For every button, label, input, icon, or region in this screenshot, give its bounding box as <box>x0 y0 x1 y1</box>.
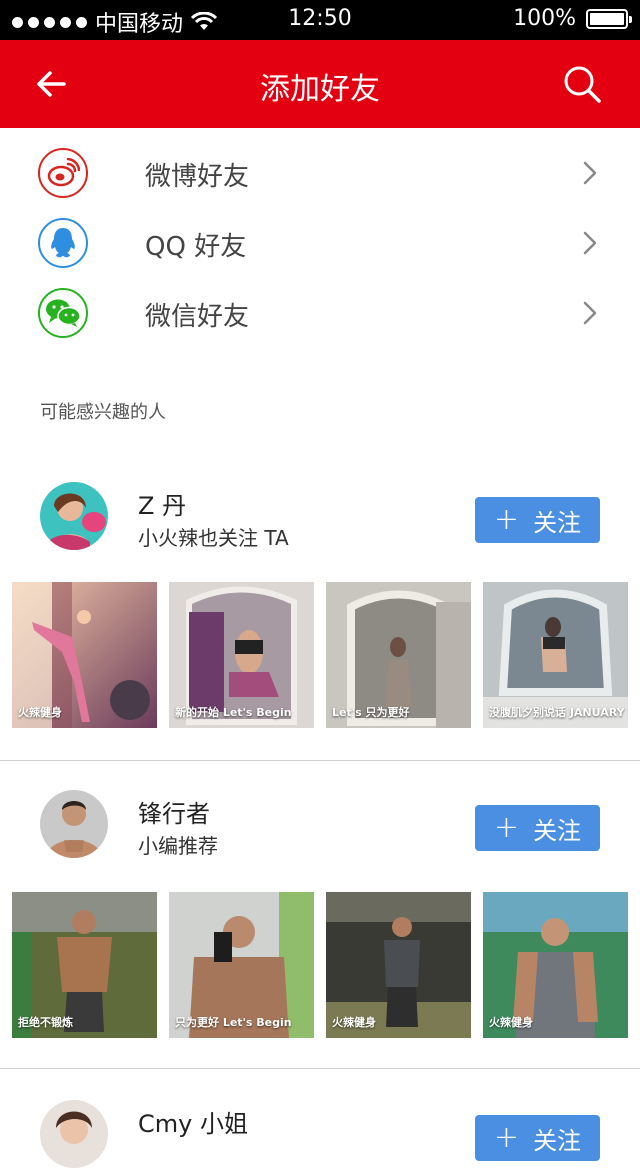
follow-button[interactable]: + 关注 <box>475 1115 600 1161</box>
plus-icon: + <box>493 502 520 537</box>
photo-caption: 没腹肌夕别说话 JANUARY <box>489 706 625 719</box>
photo-caption: Let's 只为更好 <box>332 706 410 719</box>
source-row-qq[interactable]: QQ 好友 <box>0 208 640 278</box>
photo-thumbnail[interactable]: Let's 只为更好 <box>326 582 471 728</box>
wechat-icon <box>38 288 88 338</box>
photo-thumbnail[interactable]: 火辣健身 <box>326 892 471 1038</box>
photo-caption: 火辣健身 <box>18 706 62 719</box>
page-title: 添加好友 <box>260 72 380 107</box>
photo-thumbnail[interactable]: 只为更好 Let's Begin <box>169 892 314 1038</box>
status-bar: 中国移动 12:50 100% <box>0 0 640 40</box>
divider <box>0 760 640 761</box>
battery-icon <box>586 8 632 29</box>
search-icon[interactable] <box>560 62 604 106</box>
source-label: 微博好友 <box>145 162 250 192</box>
section-header: 可能感兴趣的人 <box>40 402 166 423</box>
follow-label: 关注 <box>533 816 582 845</box>
follow-button[interactable]: + 关注 <box>475 497 600 543</box>
friend-source-list: 微博好友 QQ 好友 微信好友 <box>0 128 640 348</box>
photo-thumbnail[interactable]: 没腹肌夕别说话 JANUARY <box>483 582 628 728</box>
chevron-right-icon <box>583 161 597 185</box>
chevron-right-icon <box>583 301 597 325</box>
photo-thumbnail[interactable]: 拒绝不锻炼 <box>12 892 157 1038</box>
follow-label: 关注 <box>533 508 582 537</box>
source-row-weibo[interactable]: 微博好友 <box>0 138 640 208</box>
battery-percent: 100% <box>513 6 576 31</box>
source-label: QQ 好友 <box>145 232 247 262</box>
person-subtitle: 小火辣也关注 TA <box>138 526 289 550</box>
plus-icon: + <box>493 1120 520 1155</box>
weibo-icon <box>38 148 88 198</box>
follow-label: 关注 <box>533 1126 582 1155</box>
follow-button[interactable]: + 关注 <box>475 805 600 851</box>
photo-thumbnail[interactable]: 火辣健身 <box>12 582 157 728</box>
plus-icon: + <box>493 810 520 845</box>
nav-bar: 添加好友 <box>0 40 640 128</box>
qq-icon <box>38 218 88 268</box>
photo-caption: 新的开始 Let's Begin <box>175 706 292 719</box>
photo-caption: 拒绝不锻炼 <box>18 1016 73 1029</box>
avatar[interactable] <box>40 790 108 858</box>
avatar[interactable] <box>40 482 108 550</box>
person-name[interactable]: 锋行者 <box>138 794 210 829</box>
photo-thumbnail[interactable]: 新的开始 Let's Begin <box>169 582 314 728</box>
photo-caption: 只为更好 Let's Begin <box>175 1016 292 1029</box>
source-label: 微信好友 <box>145 302 250 332</box>
divider <box>0 1068 640 1069</box>
photo-strip: 火辣健身 新的开始 Let's Begin Let's 只为更好 没腹肌夕别说话… <box>12 582 628 728</box>
photo-thumbnail[interactable]: 火辣健身 <box>483 892 628 1038</box>
chevron-right-icon <box>583 231 597 255</box>
photo-strip: 拒绝不锻炼 只为更好 Let's Begin 火辣健身 火辣健身 <box>12 892 628 1038</box>
person-name[interactable]: Z 丹 <box>138 486 186 521</box>
photo-caption: 火辣健身 <box>489 1016 533 1029</box>
source-row-wechat[interactable]: 微信好友 <box>0 278 640 348</box>
person-subtitle: 小编推荐 <box>138 834 218 858</box>
avatar[interactable] <box>40 1100 108 1168</box>
photo-caption: 火辣健身 <box>332 1016 376 1029</box>
person-name[interactable]: Cmy 小姐 <box>138 1104 248 1139</box>
